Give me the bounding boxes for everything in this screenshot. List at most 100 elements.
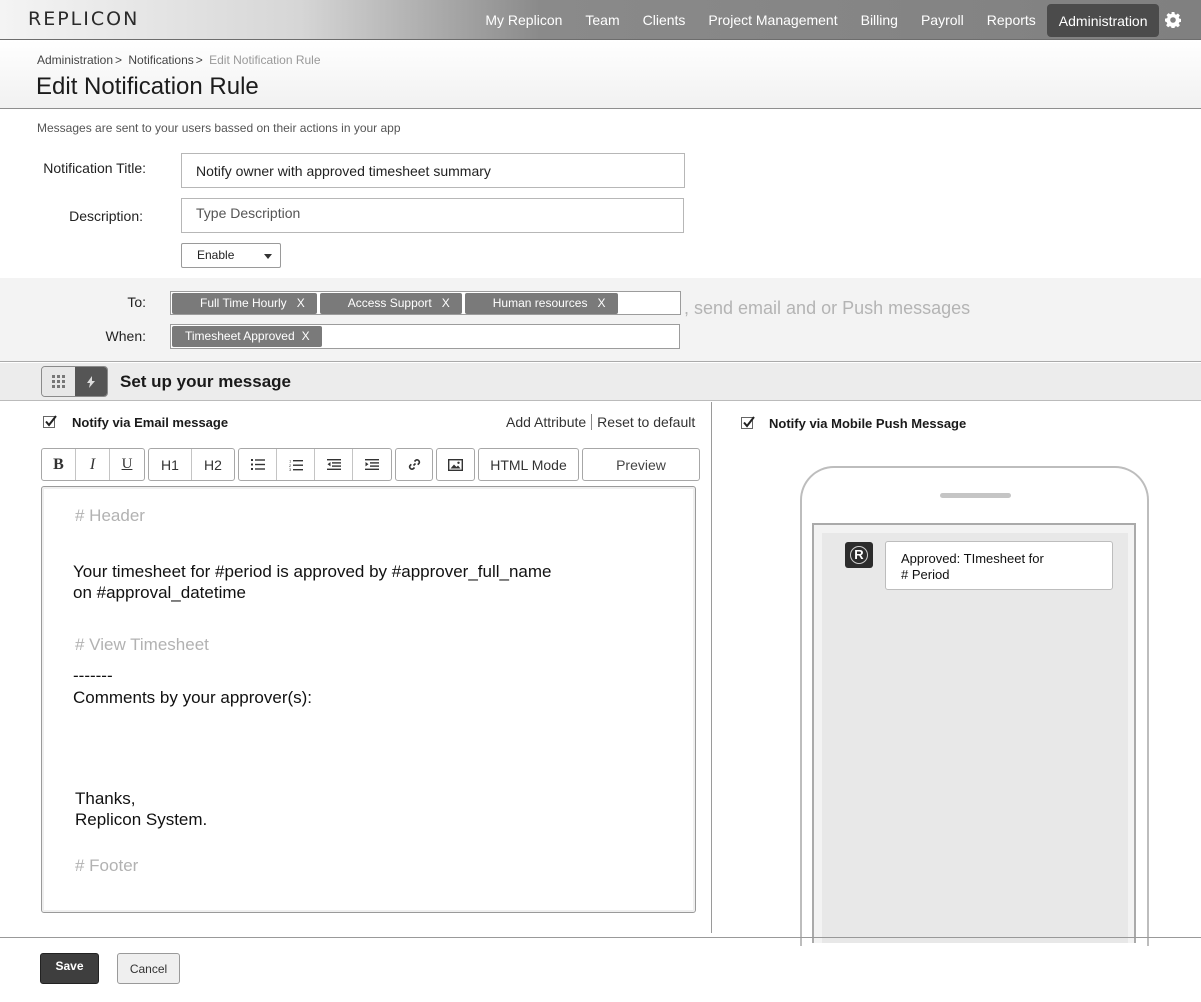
phone-speaker [940,493,1011,498]
editor-links: Add Attribute Reset to default [506,414,695,430]
status-dropdown[interactable]: Enable [181,243,281,268]
nav-reports[interactable]: Reports [975,3,1047,37]
recipients-hint: , send email and or Push messages [684,298,971,318]
trigger-tag[interactable]: Timesheet Approved X [172,326,322,347]
breadcrumb-notifications[interactable]: Notifications [128,53,193,67]
chevron-down-icon [264,254,272,259]
panel-divider [711,402,712,933]
description-input[interactable]: Type Description [181,198,684,233]
html-mode-button[interactable]: HTML Mode [479,449,578,480]
recipient-tag[interactable]: Human resources X [464,292,618,314]
notification-title-label: Notification Title: [43,160,146,176]
email-editor[interactable]: # Header Your timesheet for #period is a… [41,486,696,913]
phone-screen-content [822,533,1128,943]
tag-remove-icon[interactable]: X [597,293,605,314]
view-toggle[interactable] [41,366,108,397]
tag-label: Full Time Hourly [200,295,287,310]
footer-divider [0,937,1201,938]
heading-group: H1 H2 [148,448,235,481]
add-attribute-link[interactable]: Add Attribute [506,414,586,430]
push-checkbox-label: Notify via Mobile Push Message [769,416,967,431]
tag-remove-icon[interactable]: X [297,293,305,314]
push-preview-line: # Period [901,567,950,582]
push-checkbox[interactable] [741,416,755,429]
editor-body-line: Your timesheet for #period is approved b… [73,562,552,581]
format-group: B I U [41,448,145,481]
lightning-icon[interactable] [74,367,107,396]
to-recipients-input[interactable]: Full Time Hourly X Access Support X Human … [170,291,681,315]
link-group [395,448,433,481]
editor-view-timesheet-placeholder: # View Timesheet [75,635,209,654]
tag-label: Access Support [347,295,432,310]
image-group [436,448,475,481]
numbered-list-icon[interactable]: 123 [277,449,315,480]
editor-toolbar: B I U H1 H2 123 HTML Mode Preview [41,448,700,481]
nav-clients[interactable]: Clients [631,3,697,37]
preview-group: Preview [582,448,700,481]
nav-payroll[interactable]: Payroll [909,3,975,37]
nav-team[interactable]: Team [574,3,631,37]
h1-button[interactable]: H1 [149,449,192,480]
email-checkbox[interactable] [43,415,57,428]
editor-comments-line: Comments by your approver(s): [73,688,313,707]
email-checkbox-label: Notify via Email message [72,415,229,430]
replicon-logo[interactable]: REPLICON [28,8,139,30]
link-divider [591,414,593,430]
editor-header-placeholder: # Header [75,506,145,525]
status-dropdown-value: Enable [197,248,235,262]
checkmark-icon [743,416,755,428]
save-button[interactable]: Save [40,953,99,984]
editor-divider-text: ------- [73,666,113,685]
intro-text: Messages are sent to your users bassed o… [37,121,401,135]
tag-remove-icon[interactable]: X [442,293,450,314]
when-label: When: [105,328,146,344]
breadcrumb-separator: > [115,53,123,67]
outdent-icon[interactable] [315,449,353,480]
h2-button[interactable]: H2 [192,449,234,480]
cancel-button[interactable]: Cancel [117,953,180,984]
tag-label: Human resources [492,295,588,310]
grid-icon[interactable] [42,367,75,396]
preview-button[interactable]: Preview [583,449,699,480]
editor-signature-line: Replicon System. [75,810,208,829]
recipient-tag[interactable]: Access Support X [319,292,462,314]
section-title: Set up your message [120,372,292,391]
breadcrumb-administration[interactable]: Administration [37,53,113,67]
main-nav: My Replicon Team Clients Project Managem… [474,0,1201,40]
link-icon[interactable] [396,449,432,480]
editor-footer-placeholder: # Footer [75,856,139,875]
nav-administration[interactable]: Administration [1047,3,1159,37]
italic-button[interactable]: I [76,449,110,480]
nav-project-management[interactable]: Project Management [697,3,849,37]
editor-thanks-line: Thanks, [75,789,136,808]
notification-title-input[interactable]: Notify owner with approved timesheet sum… [181,153,685,188]
list-group: 123 [238,448,392,481]
tag-label: Timesheet Approved [185,329,295,343]
push-notification-preview: Approved: TImesheet for # Period [885,541,1113,590]
breadcrumb-current: Edit Notification Rule [209,53,321,67]
svg-text:3: 3 [289,467,292,471]
breadcrumb-separator: > [195,53,203,67]
page-title: Edit Notification Rule [36,73,259,100]
to-label: To: [127,294,146,310]
replicon-app-icon: R [845,542,873,568]
image-icon[interactable] [437,449,474,480]
nav-billing[interactable]: Billing [849,3,909,37]
nav-my-replicon[interactable]: My Replicon [474,3,574,37]
underline-button[interactable]: U [110,449,144,480]
bullet-list-icon[interactable] [239,449,277,480]
gear-icon[interactable] [1159,3,1187,37]
description-label: Description: [69,208,143,224]
indent-icon[interactable] [353,449,391,480]
editor-body-line: on #approval_datetime [73,583,246,602]
page-header: Administration > Notifications > Edit Noti… [0,40,1201,109]
reset-default-link[interactable]: Reset to default [597,414,695,430]
bold-button[interactable]: B [42,449,76,480]
when-trigger-input[interactable]: Timesheet Approved X [170,324,680,349]
recipient-tag[interactable]: Full Time Hourly X [172,292,317,314]
push-preview-line: Approved: TImesheet for [901,551,1044,566]
tag-remove-icon[interactable]: X [302,326,310,347]
top-nav-bar: REPLICON My Replicon Team Clients Projec… [0,0,1201,40]
html-mode-group: HTML Mode [478,448,579,481]
breadcrumb: Administration > Notifications > Edit Noti… [37,53,321,67]
